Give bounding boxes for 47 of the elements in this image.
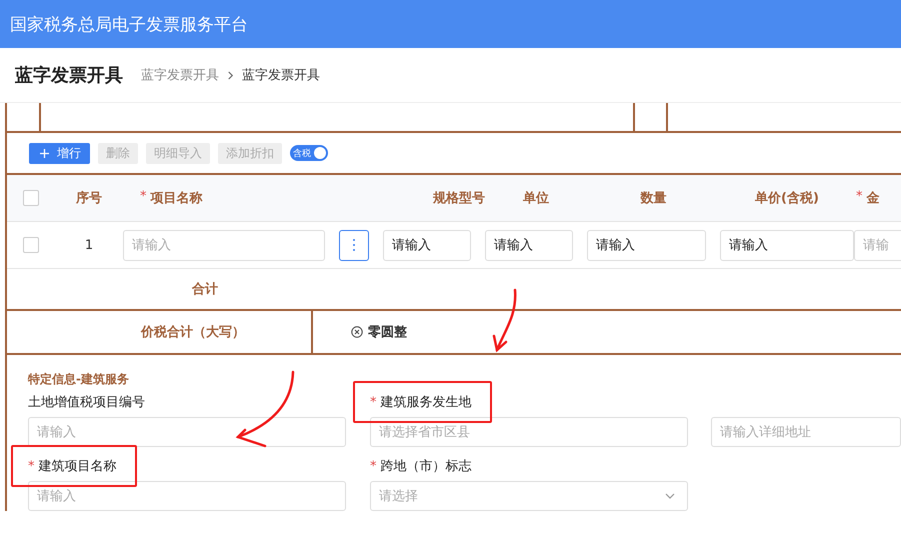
- required-mark: *: [28, 459, 34, 474]
- vertical-dots-icon: [352, 238, 356, 252]
- column-header: 序号: [76, 190, 102, 207]
- table-input[interactable]: 请输: [854, 230, 901, 260]
- required-mark: *: [370, 395, 376, 410]
- field-label: 建筑项目名称: [38, 459, 116, 474]
- plus-icon: [40, 148, 49, 158]
- table-input[interactable]: 请输入: [587, 230, 706, 260]
- field-label: 土地增值税项目编号: [28, 395, 145, 410]
- field-label: 建筑服务发生地: [380, 395, 472, 410]
- required-mark: *: [370, 459, 376, 474]
- required-mark: *: [856, 189, 862, 206]
- region-select[interactable]: 请选择省市区县: [370, 417, 688, 447]
- breadcrumb-item[interactable]: 蓝字发票开具: [141, 66, 219, 84]
- table-input[interactable]: 请输入: [720, 230, 854, 260]
- platform-title: 国家税务总局电子发票服务平台: [10, 14, 248, 36]
- amount-in-words-label: 价税合计（大写）: [141, 324, 245, 341]
- input-field[interactable]: 请输入: [28, 417, 346, 447]
- table-input[interactable]: 请输入: [383, 230, 471, 260]
- table-input[interactable]: 请输入: [485, 230, 573, 260]
- tax-included-switch[interactable]: 含税: [290, 145, 328, 161]
- annotation-arrow: [492, 288, 516, 352]
- input-field[interactable]: 请输入: [28, 481, 346, 511]
- row-number: 1: [84, 238, 94, 252]
- required-mark: *: [140, 189, 146, 206]
- table-input[interactable]: 请输入: [123, 230, 325, 260]
- more-button[interactable]: [339, 230, 369, 260]
- column-header: 金: [866, 190, 880, 207]
- circled-x-icon: [351, 326, 363, 338]
- column-header: 数量: [640, 190, 666, 207]
- breadcrumb-item[interactable]: 蓝字发票开具: [242, 66, 320, 84]
- column-header: 规格型号: [433, 190, 485, 207]
- chevron-down-icon: [665, 493, 675, 499]
- amount-in-words: 零圆整: [368, 324, 407, 341]
- select-all-checkbox[interactable]: [23, 190, 39, 206]
- column-header: 单价(含税): [755, 190, 819, 207]
- total-label: 合计: [192, 281, 218, 298]
- row-checkbox[interactable]: [23, 237, 39, 253]
- column-header: 项目名称: [150, 190, 202, 207]
- address-input[interactable]: 请输入详细地址: [711, 417, 901, 447]
- section-title: 特定信息-建筑服务: [28, 371, 130, 388]
- toolbar-button[interactable]: 增行: [29, 142, 90, 164]
- chevron-right-icon: [227, 70, 234, 80]
- field-label: 跨地（市）标志: [380, 459, 472, 474]
- select-field[interactable]: 请选择: [370, 481, 688, 511]
- page-title: 蓝字发票开具: [15, 64, 123, 87]
- column-header: 单位: [523, 190, 549, 207]
